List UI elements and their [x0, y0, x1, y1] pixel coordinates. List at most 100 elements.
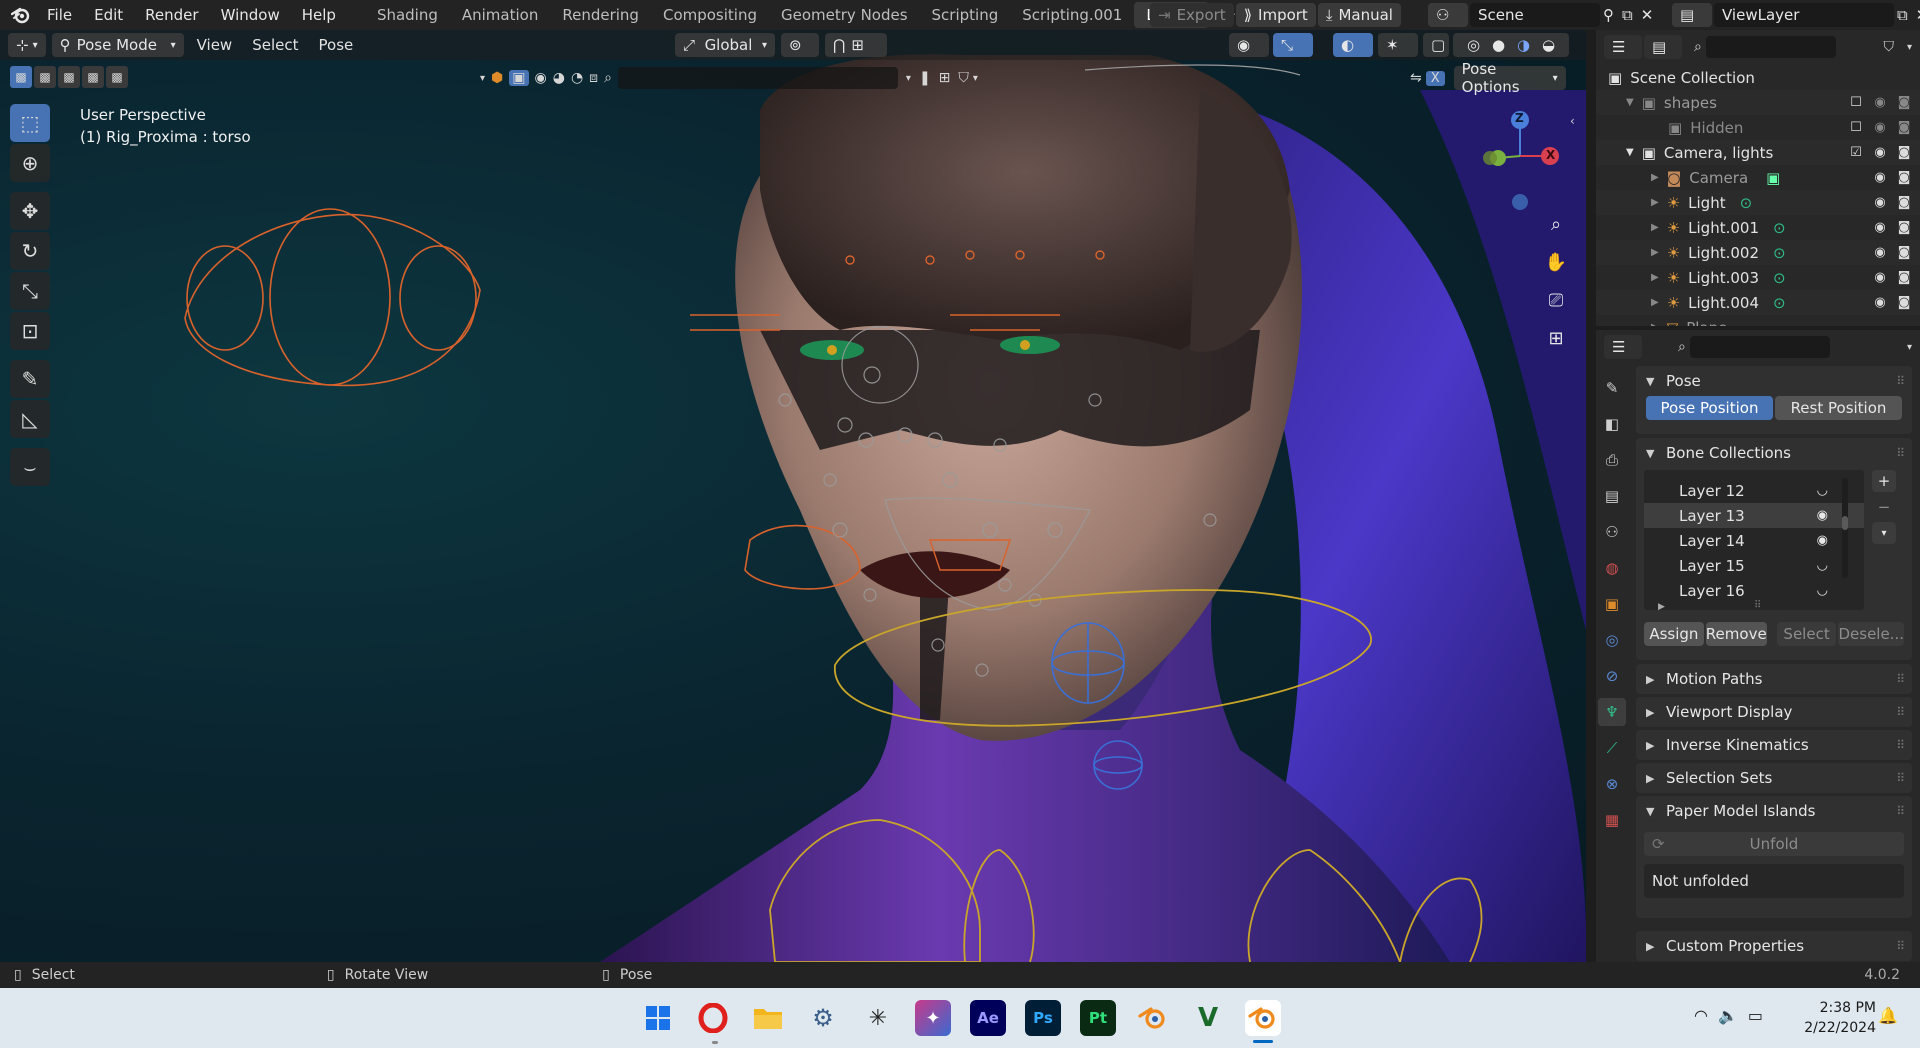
- drag-grip-icon[interactable]: ⠿: [1896, 939, 1905, 953]
- view-layer-selector[interactable]: ▤: [1672, 3, 1712, 27]
- snap-toggle[interactable]: ⋂ ⊞: [825, 33, 887, 57]
- filter-icon[interactable]: ⛉: [958, 70, 969, 86]
- drag-grip-icon[interactable]: ⠿: [1896, 672, 1905, 686]
- 3d-viewport[interactable]: ⊹ ▾ ⚲ Pose Mode ▾ View Select Pose ⤢ Global ▾…: [0, 30, 1586, 962]
- color-set-icon[interactable]: ⬢: [491, 70, 503, 86]
- list-resize-grip-icon[interactable]: ⠿: [1754, 600, 1761, 610]
- outliner-row-camera[interactable]: ▶ ◙ Camera ▣ ◉ ◙: [1596, 165, 1920, 190]
- camera-icon[interactable]: ◙: [1896, 145, 1912, 160]
- eye-closed-icon[interactable]: ◡: [1817, 583, 1828, 598]
- menu-help[interactable]: Help: [291, 0, 347, 30]
- outliner-row-light-003[interactable]: ▶ ☀ Light.003 ⊙ ◉ ◙: [1596, 265, 1920, 290]
- annotate-tool[interactable]: ✎: [10, 360, 50, 398]
- eye-icon[interactable]: ◉: [1872, 220, 1888, 235]
- inverse-kinematics-panel[interactable]: ▶ Inverse Kinematics ⠿: [1636, 730, 1912, 760]
- camera-icon[interactable]: ◙: [1896, 95, 1912, 110]
- area-divider[interactable]: [1586, 30, 1596, 962]
- outliner-filter-chevron-icon[interactable]: ▾: [1907, 42, 1912, 53]
- delete-scene-icon[interactable]: ✕: [1637, 3, 1657, 27]
- manual-button[interactable]: ⤓ Manual: [1317, 3, 1401, 27]
- search-icon[interactable]: ⌕: [604, 70, 612, 86]
- expand-arrow-icon[interactable]: ▼: [1626, 97, 1634, 108]
- select-subtract-icon[interactable]: ▩: [58, 66, 80, 88]
- exclude-checkbox-checked-icon[interactable]: ☑: [1848, 145, 1864, 160]
- eye-icon[interactable]: ◉: [1872, 95, 1888, 110]
- navigation-gizmo[interactable]: Z X: [1476, 106, 1576, 216]
- armature-data-tab-icon[interactable]: ♆: [1598, 698, 1626, 726]
- eye-closed-icon[interactable]: ◡: [1817, 483, 1828, 498]
- pan-hand-icon[interactable]: ✋: [1540, 246, 1572, 278]
- properties-search-input[interactable]: [1689, 336, 1830, 358]
- ortho-grid-icon[interactable]: ⊞: [1540, 322, 1572, 354]
- pin-icon[interactable]: ⚲: [1600, 3, 1617, 27]
- eye-icon[interactable]: ◉: [1872, 295, 1888, 310]
- eye-icon[interactable]: ◉: [1817, 508, 1828, 523]
- properties-options-chevron-icon[interactable]: ▾: [1907, 342, 1912, 353]
- rotate-tool[interactable]: ↻: [10, 232, 50, 270]
- bone-tab-icon[interactable]: ⟋: [1598, 734, 1626, 762]
- blender-logo-icon[interactable]: [6, 0, 36, 30]
- camera-icon[interactable]: ◙: [1896, 170, 1912, 185]
- select-box-tool[interactable]: ⬚: [10, 104, 50, 142]
- visibility-selector[interactable]: ◉: [1229, 33, 1269, 57]
- tab-shading[interactable]: Shading: [365, 2, 450, 28]
- select-extend-icon[interactable]: ▩: [34, 66, 56, 88]
- expand-arrow-icon[interactable]: ▼: [1626, 147, 1634, 158]
- shading-modes[interactable]: ◎ ● ◑ ◒: [1453, 33, 1569, 57]
- material-shading-icon[interactable]: ◑: [1517, 36, 1530, 54]
- pose-options-dropdown[interactable]: Pose Options ▾: [1453, 60, 1566, 96]
- view-layer-tab-icon[interactable]: ▤: [1598, 482, 1626, 510]
- expand-arrow-icon[interactable]: ▶: [1651, 247, 1659, 258]
- eye-icon[interactable]: ◉: [1872, 170, 1888, 185]
- menu-window[interactable]: Window: [210, 0, 291, 30]
- substance-app-icon[interactable]: ✦: [915, 1000, 951, 1036]
- paper-model-islands-header[interactable]: ▼ Paper Model Islands ⠿: [1636, 796, 1912, 826]
- add-collection-icon[interactable]: +: [1872, 470, 1896, 492]
- select-invert-icon[interactable]: ▩: [82, 66, 104, 88]
- menu-render[interactable]: Render: [134, 0, 209, 30]
- outliner-search-input[interactable]: [1705, 36, 1836, 58]
- cursor-tool[interactable]: ⊕: [10, 144, 50, 182]
- outliner-row-light-001[interactable]: ▶ ☀ Light.001 ⊙ ◉ ◙: [1596, 215, 1920, 240]
- expand-arrow-icon[interactable]: ▶: [1651, 297, 1659, 308]
- drag-grip-icon[interactable]: ⠿: [1896, 738, 1905, 752]
- outliner-row-hidden[interactable]: ▣ Hidden ☐ ◉ ◙: [1596, 115, 1920, 140]
- camera-icon[interactable]: ◙: [1896, 220, 1912, 235]
- notification-bell-icon[interactable]: 🔔: [1878, 1006, 1898, 1025]
- pivot-point-selector[interactable]: ⊚: [781, 33, 819, 57]
- opera-browser-icon[interactable]: [695, 1000, 731, 1036]
- transform-orientation-selector[interactable]: ⤢ Global ▾: [675, 33, 775, 57]
- exclude-checkbox-icon[interactable]: ☐: [1848, 95, 1864, 110]
- menu-pose[interactable]: Pose: [309, 36, 364, 54]
- bone-collections-header[interactable]: ▼ Bone Collections ⠿: [1636, 438, 1912, 468]
- menu-file[interactable]: File: [36, 0, 83, 30]
- tab-scripting-001[interactable]: Scripting.001: [1010, 2, 1134, 28]
- select-intersect-icon[interactable]: ▩: [106, 66, 128, 88]
- scale-tool[interactable]: ⤡: [10, 272, 50, 310]
- camera-icon[interactable]: ◙: [1896, 195, 1912, 210]
- x-mirror-toggle[interactable]: X: [1425, 70, 1445, 86]
- new-view-layer-icon[interactable]: ⧉: [1894, 3, 1911, 27]
- bone-display-stick-icon[interactable]: ◕: [553, 70, 565, 86]
- solid-shading-icon[interactable]: ●: [1492, 36, 1505, 54]
- eye-icon[interactable]: ◉: [1872, 270, 1888, 285]
- export-button[interactable]: ⇥ Export: [1150, 3, 1234, 27]
- editor-type-selector[interactable]: ⊹ ▾: [8, 33, 46, 57]
- photoshop-icon[interactable]: Ps: [1025, 1000, 1061, 1036]
- camera-icon[interactable]: ◙: [1896, 270, 1912, 285]
- battery-icon[interactable]: ▭: [1748, 1006, 1763, 1025]
- collection-menu-chevron-icon[interactable]: ▾: [1872, 522, 1896, 544]
- select-new-icon[interactable]: ▩: [10, 66, 32, 88]
- drag-grip-icon[interactable]: ⠿: [1896, 374, 1905, 388]
- menu-view[interactable]: View: [187, 36, 243, 54]
- expand-arrow-icon[interactable]: ▶: [1651, 222, 1659, 233]
- wireframe-shading-icon[interactable]: ◎: [1467, 36, 1480, 54]
- outliner-row-shapes[interactable]: ▼ ▣ shapes ☐ ◉ ◙: [1596, 90, 1920, 115]
- assign-button[interactable]: Assign: [1644, 622, 1704, 646]
- expand-arrow-icon[interactable]: ▶: [1651, 197, 1659, 208]
- menu-select[interactable]: Select: [242, 36, 308, 54]
- volume-icon[interactable]: 🔈: [1718, 1006, 1738, 1025]
- texture-tab-icon[interactable]: ▦: [1598, 806, 1626, 834]
- tab-geometry-nodes[interactable]: Geometry Nodes: [769, 2, 920, 28]
- motion-paths-panel[interactable]: ▶ Motion Paths ⠿: [1636, 664, 1912, 694]
